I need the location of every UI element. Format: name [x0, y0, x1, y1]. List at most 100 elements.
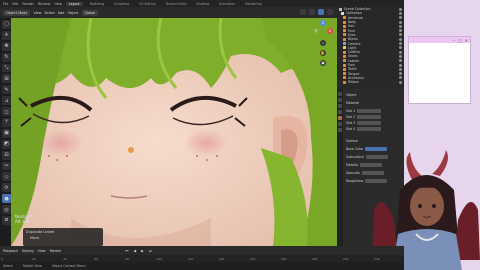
zoom-icon[interactable]: ⌕ [320, 40, 326, 46]
bevel-tool-icon[interactable]: ◩ [2, 139, 11, 149]
eye-icon [399, 37, 402, 41]
last-operator-panel[interactable]: Duplicate Linked Move [23, 228, 103, 246]
material-shading-icon[interactable] [327, 9, 333, 15]
poly-build-tool-icon[interactable]: ◇ [2, 172, 11, 182]
spin-tool-icon[interactable]: ⟳ [2, 183, 11, 193]
menu-playback[interactable]: Playback [3, 249, 18, 253]
eye-icon [399, 24, 402, 28]
output-tab-icon[interactable] [338, 104, 342, 108]
prop-row-material[interactable]: Material [346, 101, 359, 106]
prop-row-surface[interactable]: Surface [346, 139, 358, 144]
character-face-render [11, 18, 337, 246]
knife-tool-icon[interactable]: ✂ [2, 161, 11, 171]
loop-cut-tool-icon[interactable]: ⊟ [2, 150, 11, 160]
frame-tick: 240 [373, 256, 380, 261]
overlay-window-titlebar: – ▢ ✕ [409, 37, 470, 43]
tab-animation[interactable]: Animation [216, 2, 238, 6]
minimize-icon[interactable]: – [453, 38, 455, 43]
inset-tool-icon[interactable]: ▣ [2, 128, 11, 138]
annotate-tool-icon[interactable]: ✎ [2, 85, 11, 95]
camera-icon[interactable]: ▣ [320, 60, 326, 66]
properties-tabs [337, 89, 343, 246]
tool-tab-icon[interactable] [338, 92, 342, 96]
object-tab-icon[interactable] [338, 116, 342, 120]
pan-icon[interactable]: ✋ [320, 50, 326, 56]
maximize-icon[interactable]: ▢ [458, 38, 462, 43]
left-blush [39, 129, 83, 157]
tab-sculpting[interactable]: Sculpting [111, 2, 132, 6]
menu-file[interactable]: File [3, 2, 8, 6]
menu-view[interactable]: View [33, 11, 41, 15]
cursor-tool-icon[interactable]: ✛ [2, 30, 11, 40]
frame-tick: 200 [311, 256, 318, 261]
scale-tool-icon[interactable]: ⤡ [2, 63, 11, 73]
menu-render[interactable]: Render [23, 2, 34, 6]
prop-row-slot-4[interactable]: Slot 4 [346, 127, 382, 132]
status-context: Object Context Menu [51, 264, 86, 268]
operator-value: Move [30, 236, 40, 240]
rotate-tool-icon[interactable]: ↻ [2, 52, 11, 62]
timeline-ruler[interactable]: 0 20 40 60 80 100 120 140 160 180 200 22… [0, 255, 404, 262]
menu-edit[interactable]: Edit [12, 2, 18, 6]
prop-row-slot-3[interactable]: Slot 3 [346, 121, 382, 126]
outliner-row[interactable]: Ribbon [337, 80, 404, 84]
frame-tick: 180 [280, 256, 287, 261]
eye-icon [399, 7, 402, 11]
solid-shading-icon[interactable] [318, 9, 324, 15]
frame-tick: 140 [218, 256, 225, 261]
tab-texture-paint[interactable]: Texture Paint [163, 2, 190, 6]
z-axis-icon[interactable]: Z [320, 20, 326, 26]
close-icon[interactable]: ✕ [465, 38, 468, 43]
3d-viewport[interactable]: Z X Y ⌕ ✋ ▣ Numpad Alt + N Duplicate Lin… [11, 18, 337, 246]
smooth-tool-icon[interactable]: ● [2, 194, 11, 204]
operator-title: Duplicate Linked [26, 230, 55, 234]
shrink-tool-icon[interactable]: ◎ [2, 205, 11, 215]
tab-shading[interactable]: Shading [193, 2, 212, 6]
mesh-icon [343, 20, 346, 24]
select-tool-icon[interactable]: ▢ [2, 20, 11, 29]
navigation-gizmo[interactable]: Z X Y ⌕ ✋ ▣ [311, 20, 335, 80]
mesh-icon [343, 63, 346, 67]
modifier-tab-icon[interactable] [338, 122, 342, 126]
frame-tick: 120 [187, 256, 194, 261]
menu-timeline-view[interactable]: View [38, 249, 46, 253]
xray-icon[interactable] [309, 9, 315, 15]
mesh-icon [343, 50, 346, 54]
status-select: Select [3, 264, 13, 268]
menu-marker[interactable]: Marker [50, 249, 62, 253]
prop-row-slot-2[interactable]: Slot 2 [346, 115, 382, 120]
transform-tool-icon[interactable]: ⊞ [2, 74, 11, 84]
material-tab-icon[interactable] [338, 128, 342, 132]
scene-tab-icon[interactable] [338, 110, 342, 114]
x-axis-icon[interactable]: X [327, 28, 333, 34]
prop-row-slot-1[interactable]: Slot 1 [346, 109, 382, 114]
menu-select[interactable]: Select [44, 11, 54, 15]
menu-window[interactable]: Window [38, 2, 51, 6]
eye-icon [399, 20, 402, 24]
mesh-icon [343, 29, 346, 33]
render-tab-icon[interactable] [338, 98, 342, 102]
tab-layout[interactable]: Layout [65, 1, 83, 6]
measure-tool-icon[interactable]: ⊿ [2, 96, 11, 106]
y-axis-icon[interactable]: Y [313, 28, 319, 34]
mesh-icon [343, 59, 346, 63]
overlay-icon[interactable] [300, 9, 306, 15]
mode-dropdown[interactable]: Object Mode [3, 9, 31, 16]
extrude-tool-icon[interactable]: ⇡ [2, 118, 11, 127]
frame-tick: 60 [94, 256, 99, 261]
tab-rendering[interactable]: Rendering [242, 2, 264, 6]
add-cube-tool-icon[interactable]: ◻ [2, 107, 11, 117]
menu-object[interactable]: Object [67, 11, 78, 15]
tab-uv-editing[interactable]: UV Editing [136, 2, 159, 6]
shear-tool-icon[interactable]: ⧄ [2, 216, 11, 225]
menu-add[interactable]: Add [58, 11, 65, 15]
tab-modeling[interactable]: Modeling [87, 2, 108, 6]
play-controls[interactable]: ⏮ ◀ ▶ ⏭ [125, 249, 154, 253]
mesh-icon [343, 33, 346, 37]
menu-help[interactable]: Help [54, 2, 61, 6]
camera-icon [343, 42, 346, 46]
menu-keying[interactable]: Keying [22, 249, 33, 253]
move-tool-icon[interactable]: ✥ [2, 41, 11, 51]
transform-orientation[interactable]: Global [81, 9, 99, 16]
tool-shelf: ▢ ✛ ✥ ↻ ⤡ ⊞ ✎ ⊿ ◻ ⇡ ▣ ◩ ⊟ ✂ ◇ ⟳ ● ◎ ⧄ [2, 20, 11, 225]
